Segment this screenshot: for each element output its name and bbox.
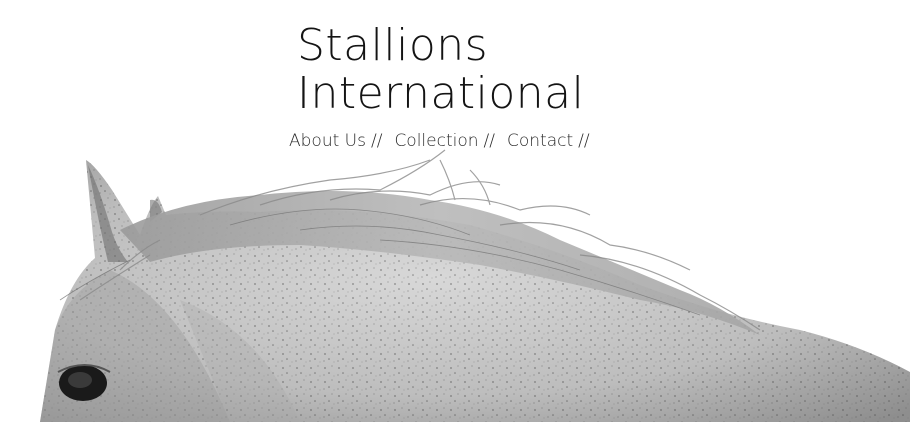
nav-item-about-us: About Us //	[289, 131, 394, 151]
nav-item-contact: Contact //	[507, 131, 602, 151]
nav-separator: //	[578, 131, 590, 151]
nav-separator: //	[483, 131, 495, 151]
nav-item-collection: Collection //	[394, 131, 507, 151]
site-title: Stallions International	[297, 22, 677, 118]
site-title-line2: International	[297, 68, 585, 119]
nav-link-contact[interactable]: Contact	[507, 131, 573, 151]
site-title-line1: Stallions	[297, 20, 489, 71]
nav-link-about-us[interactable]: About Us	[289, 131, 366, 151]
nav-separator: //	[370, 131, 383, 151]
main-nav: About Us // Collection // Contact //	[289, 131, 602, 151]
nav-link-collection[interactable]: Collection	[394, 131, 478, 151]
